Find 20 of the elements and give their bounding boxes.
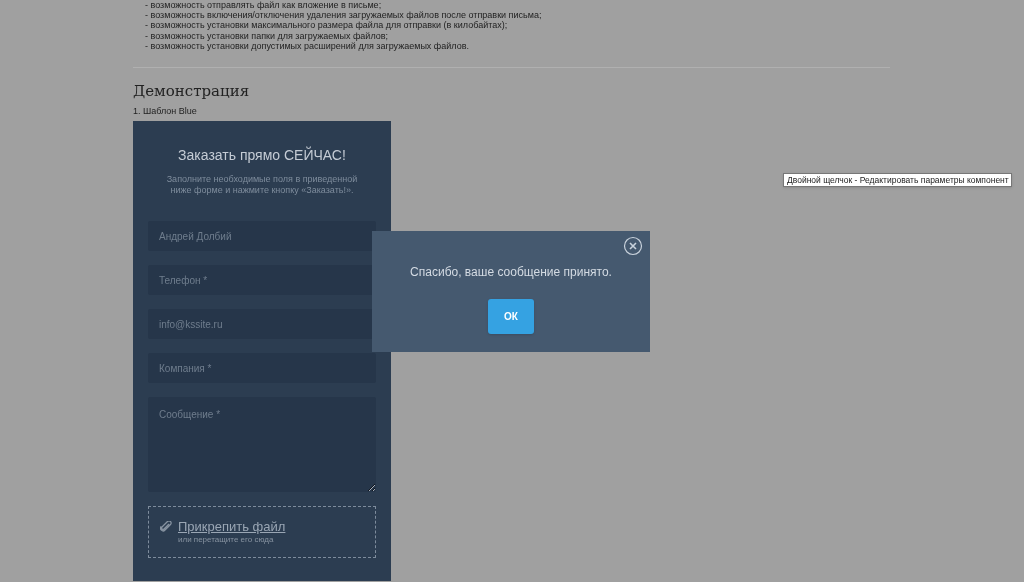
file-dropzone[interactable]: Прикрепить файл или перетащите его сюда bbox=[148, 506, 376, 558]
form-title: Заказать прямо СЕЙЧАС! bbox=[178, 145, 346, 165]
feature-item: - возможность установки максимального размера файла для отправки (в килобайтах); bbox=[145, 20, 509, 31]
close-icon[interactable] bbox=[623, 236, 643, 256]
feature-item: - возможность установки допустимых расширений для загружаемых файлов. bbox=[145, 40, 470, 51]
input-field[interactable]: Андрей Долбий bbox=[148, 221, 376, 251]
drop-hint: или перетащите его сюда bbox=[178, 535, 275, 545]
form-subtitle: Заполните необходимые поля в приведенной ниже форме и нажмите кнопку «Заказать!». bbox=[165, 174, 359, 196]
feature-item: - возможность установки папки для загружаемых файлов; bbox=[145, 30, 390, 41]
dialog-message: Спасибо, ваше сообщение принято. bbox=[410, 264, 612, 281]
feature-item: - возможность отправлять файл как вложение в письме; bbox=[145, 0, 383, 11]
ok-button[interactable]: ОК bbox=[488, 299, 534, 334]
attach-file-link[interactable]: Прикрепить файл bbox=[178, 519, 286, 535]
section-heading: Демонстрация bbox=[133, 82, 251, 100]
paperclip-icon bbox=[160, 521, 172, 533]
demo-label: 1. Шаблон Blue bbox=[133, 105, 198, 117]
feature-item: - возможность включения/отключения удаления загружаемых файлов после отправки письма; bbox=[145, 10, 543, 21]
message-field[interactable]: Сообщение * bbox=[148, 397, 376, 492]
input-field[interactable]: Компания * bbox=[148, 353, 376, 383]
tooltip: Двойной щелчок - Редактировать параметры компонент bbox=[783, 173, 1012, 187]
